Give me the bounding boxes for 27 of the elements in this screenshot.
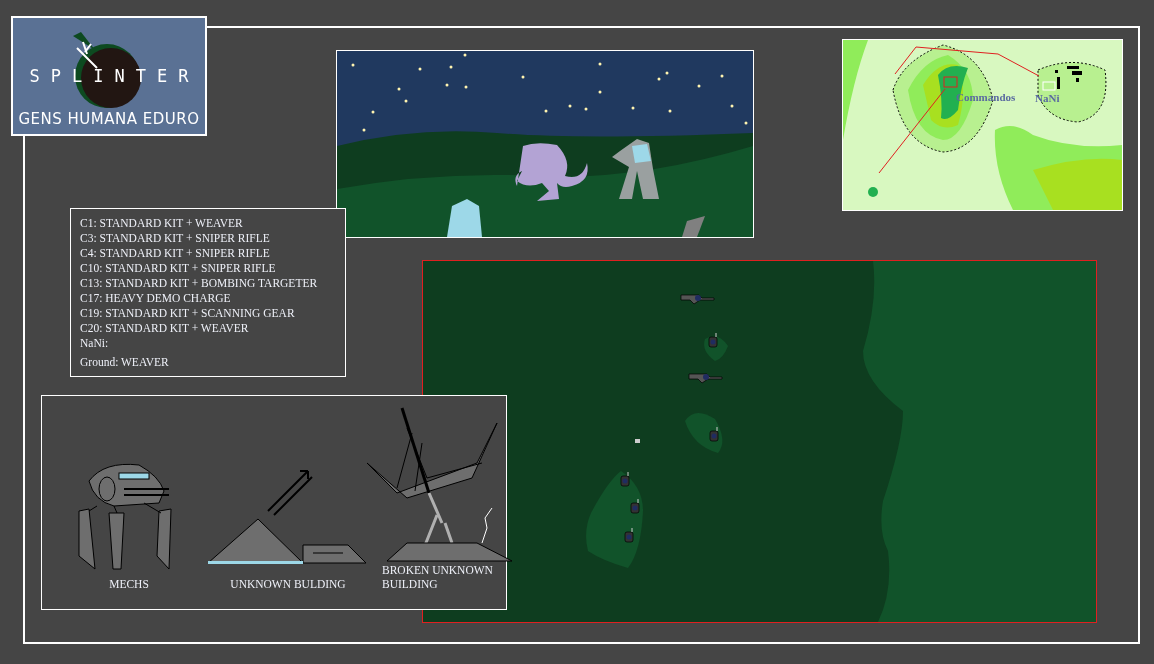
soldier-icon: [680, 294, 715, 305]
soldier-icon: [630, 498, 640, 514]
roster-line: C17: HEAVY DEMO CHARGE: [80, 291, 232, 305]
legend-label: MECHS: [108, 577, 150, 591]
debris-icon: [635, 439, 640, 443]
legend-label: BROKEN UNKNOWN BUILDING: [382, 563, 494, 591]
roster-line: C19: STANDARD KIT + SCANNING GEAR: [80, 306, 296, 320]
soldier-icon: [624, 527, 634, 543]
logo-motto: GENS HUMANA EDURO: [18, 110, 200, 128]
hill-area: [1037, 62, 1107, 123]
roster-line: C3: STANDARD KIT + SNIPER RIFLE: [80, 231, 271, 245]
legend-label: UNKNOWN BULDING: [229, 577, 347, 591]
roster-line: C1: STANDARD KIT + WEAVER: [80, 216, 244, 230]
unit-marker: [868, 187, 878, 197]
roster-line: C20: STANDARD KIT + WEAVER: [80, 321, 250, 335]
roster-line: NaNi:: [80, 336, 110, 350]
soldier-icon: [708, 332, 718, 348]
roster-line: C10: STANDARD KIT + SNIPER RIFLE: [80, 261, 277, 275]
soldier-icon: [688, 373, 723, 384]
soldier-icon: [709, 426, 719, 442]
roster-line: C4: STANDARD KIT + SNIPER RIFLE: [80, 246, 271, 260]
map-label: NaNi: [1035, 92, 1060, 104]
roster-line: Ground: WEAVER: [80, 355, 170, 369]
roster-line: C13: STANDARD KIT + BOMBING TARGETER: [80, 276, 319, 290]
target-marker: [943, 76, 958, 88]
building-cluster-icon: [1042, 66, 1082, 91]
soldier-icon: [620, 471, 630, 487]
